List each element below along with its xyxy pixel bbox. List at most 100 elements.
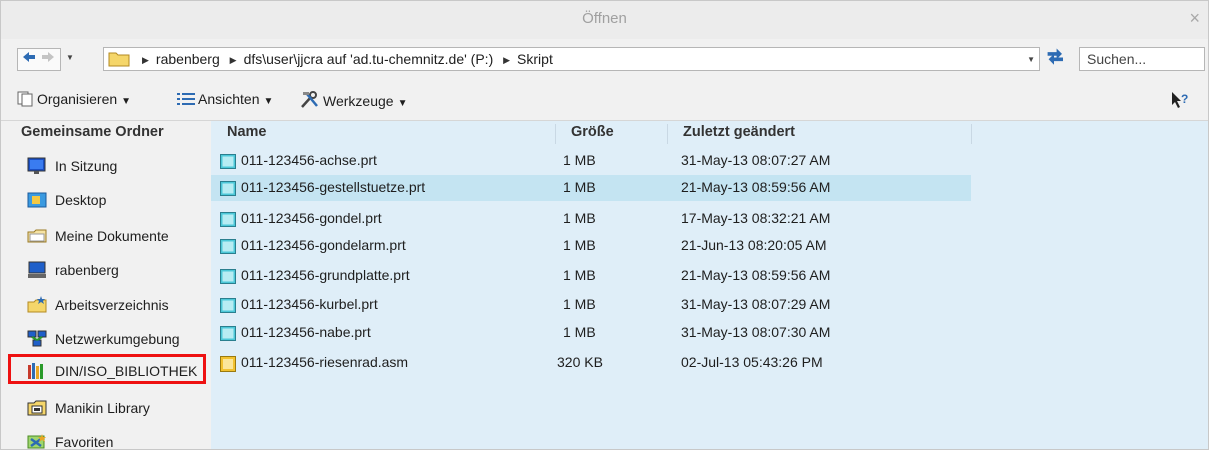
column-divider[interactable] [971, 124, 972, 144]
part-file-icon [220, 326, 236, 341]
table-row[interactable]: 011-123456-gestellstuetze.prt 1 MB 21-Ma… [211, 175, 971, 201]
table-row[interactable]: 011-123456-grundplatte.prt 1 MB 21-May-1… [211, 263, 971, 289]
views-label: Ansichten [198, 91, 260, 107]
table-row[interactable]: 011-123456-nabe.prt 1 MB 31-May-13 08:07… [211, 320, 971, 346]
folder-icon [108, 50, 130, 70]
file-modified: 17-May-13 08:32:21 AM [681, 210, 831, 226]
sidebar-item-label: In Sitzung [55, 158, 118, 174]
column-header-name[interactable]: Name [227, 124, 267, 140]
file-modified: 31-May-13 08:07:30 AM [681, 324, 831, 340]
table-row[interactable]: 011-123456-gondelarm.prt 1 MB 21-Jun-13 … [211, 233, 971, 259]
breadcrumb-item[interactable]: rabenberg [156, 51, 220, 67]
forward-arrow-icon[interactable] [39, 50, 57, 68]
sidebar-item-label: Netzwerkumgebung [55, 331, 180, 347]
address-bar[interactable]: ▶ rabenberg ▶ dfs\user\jjcra auf 'ad.tu-ch… [103, 47, 1040, 71]
breadcrumb-arrow-icon[interactable]: ▶ [503, 55, 510, 65]
file-modified: 21-May-13 08:59:56 AM [681, 267, 831, 283]
file-size: 1 MB [563, 267, 596, 283]
file-size: 1 MB [563, 179, 596, 195]
organize-label: Organisieren [37, 91, 118, 107]
history-dropdown-icon[interactable]: ▼ [66, 53, 74, 62]
part-file-icon [220, 298, 236, 313]
computer-icon [28, 261, 46, 278]
title-bar: Öffnen × [1, 1, 1208, 39]
sidebar-item-netzwerkumgebung[interactable]: Netzwerkumgebung [19, 324, 205, 354]
column-divider[interactable] [555, 124, 556, 144]
file-size: 1 MB [563, 210, 596, 226]
network-icon [27, 330, 47, 347]
file-modified: 21-Jun-13 08:20:05 AM [681, 237, 827, 253]
file-modified: 31-May-13 08:07:29 AM [681, 296, 831, 312]
tools-menu[interactable]: Werkzeuge ▼ [299, 91, 407, 109]
highlight-box [8, 354, 206, 384]
column-divider[interactable] [667, 124, 668, 144]
tools-label: Werkzeuge [323, 93, 394, 109]
navigation-buttons [17, 48, 61, 71]
sidebar-item-label: Favoriten [55, 434, 114, 450]
window-title: Öffnen [582, 10, 627, 27]
sidebar-item-label: rabenberg [55, 262, 119, 278]
file-name: 011-123456-kurbel.prt [241, 296, 378, 312]
chevron-down-icon: ▼ [263, 96, 274, 107]
file-name: 011-123456-gondelarm.prt [241, 237, 406, 253]
file-modified: 02-Jul-13 05:43:26 PM [681, 354, 823, 370]
file-name: 011-123456-nabe.prt [241, 324, 371, 340]
part-file-icon [220, 154, 236, 169]
sidebar-item-label: Manikin Library [55, 400, 150, 416]
part-file-icon [220, 269, 236, 284]
file-size: 1 MB [563, 152, 596, 168]
sidebar-item-desktop[interactable]: Desktop [19, 185, 205, 215]
sidebar-item-meine-dokumente[interactable]: Meine Dokumente [19, 221, 205, 251]
file-name: 011-123456-gondel.prt [241, 210, 382, 226]
breadcrumb-arrow-icon[interactable]: ▶ [230, 55, 237, 65]
column-header-size[interactable]: Größe [571, 124, 614, 140]
sidebar-item-manikin-library[interactable]: Manikin Library [19, 393, 205, 423]
sidebar-item-label: Meine Dokumente [55, 228, 169, 244]
table-row[interactable]: 011-123456-achse.prt 1 MB 31-May-13 08:0… [211, 148, 971, 174]
sidebar-item-favoriten[interactable]: Favoriten [19, 427, 205, 450]
part-file-icon [220, 239, 236, 254]
help-pointer-icon[interactable]: ? [1170, 90, 1190, 113]
address-dropdown-icon[interactable]: ▼ [1027, 55, 1035, 64]
refresh-icon[interactable] [1044, 47, 1068, 71]
close-icon[interactable]: × [1189, 8, 1200, 29]
file-modified: 31-May-13 08:07:27 AM [681, 152, 831, 168]
column-header-modified[interactable]: Zuletzt geändert [683, 124, 795, 140]
organize-menu[interactable]: Organisieren ▼ [17, 91, 131, 107]
file-name: 011-123456-achse.prt [241, 152, 377, 168]
views-icon [177, 93, 195, 105]
part-file-icon [220, 212, 236, 227]
tools-icon [301, 91, 318, 108]
file-size: 1 MB [563, 324, 596, 340]
breadcrumb-arrow-icon[interactable]: ▶ [142, 55, 149, 65]
file-size: 1 MB [563, 237, 596, 253]
file-size: 320 KB [557, 354, 603, 370]
sidebar-header: Gemeinsame Ordner [21, 124, 164, 140]
chevron-down-icon: ▼ [397, 98, 408, 109]
assembly-file-icon [220, 356, 236, 372]
file-name: 011-123456-grundplatte.prt [241, 267, 410, 283]
search-input[interactable]: Suchen... [1079, 47, 1205, 71]
views-menu[interactable]: Ansichten ▼ [176, 91, 273, 107]
open-dialog: Öffnen × ▼ ▶ rabenberg ▶ dfs\user\jjcra au… [0, 0, 1209, 450]
breadcrumb-item[interactable]: Skript [517, 51, 553, 67]
favorites-icon [27, 434, 46, 449]
manikin-library-icon [27, 400, 47, 416]
table-row[interactable]: 011-123456-kurbel.prt 1 MB 31-May-13 08:… [211, 292, 971, 318]
working-directory-icon [27, 296, 47, 313]
part-file-icon [220, 181, 236, 196]
sidebar-item-arbeitsverzeichnis[interactable]: Arbeitsverzeichnis [19, 290, 205, 320]
back-arrow-icon[interactable] [20, 50, 38, 68]
breadcrumb-item[interactable]: dfs\user\jjcra auf 'ad.tu-chemnitz.de' (… [244, 51, 494, 67]
organize-icon [17, 91, 33, 107]
file-name: 011-123456-riesenrad.asm [241, 354, 409, 370]
desktop-icon [27, 192, 47, 208]
toolbar: Organisieren ▼ Ansichten ▼ Werkzeuge ▼ ? [1, 79, 1208, 121]
file-size: 1 MB [563, 296, 596, 312]
column-headers: Name Größe Zuletzt geändert [211, 121, 1208, 147]
table-row[interactable]: 011-123456-riesenrad.asm 320 KB 02-Jul-1… [211, 350, 971, 376]
sidebar-item-rabenberg[interactable]: rabenberg [19, 255, 205, 285]
chevron-down-icon: ▼ [121, 96, 132, 107]
sidebar-item-in-sitzung[interactable]: In Sitzung [19, 151, 205, 181]
table-row[interactable]: 011-123456-gondel.prt 1 MB 17-May-13 08:… [211, 206, 971, 232]
